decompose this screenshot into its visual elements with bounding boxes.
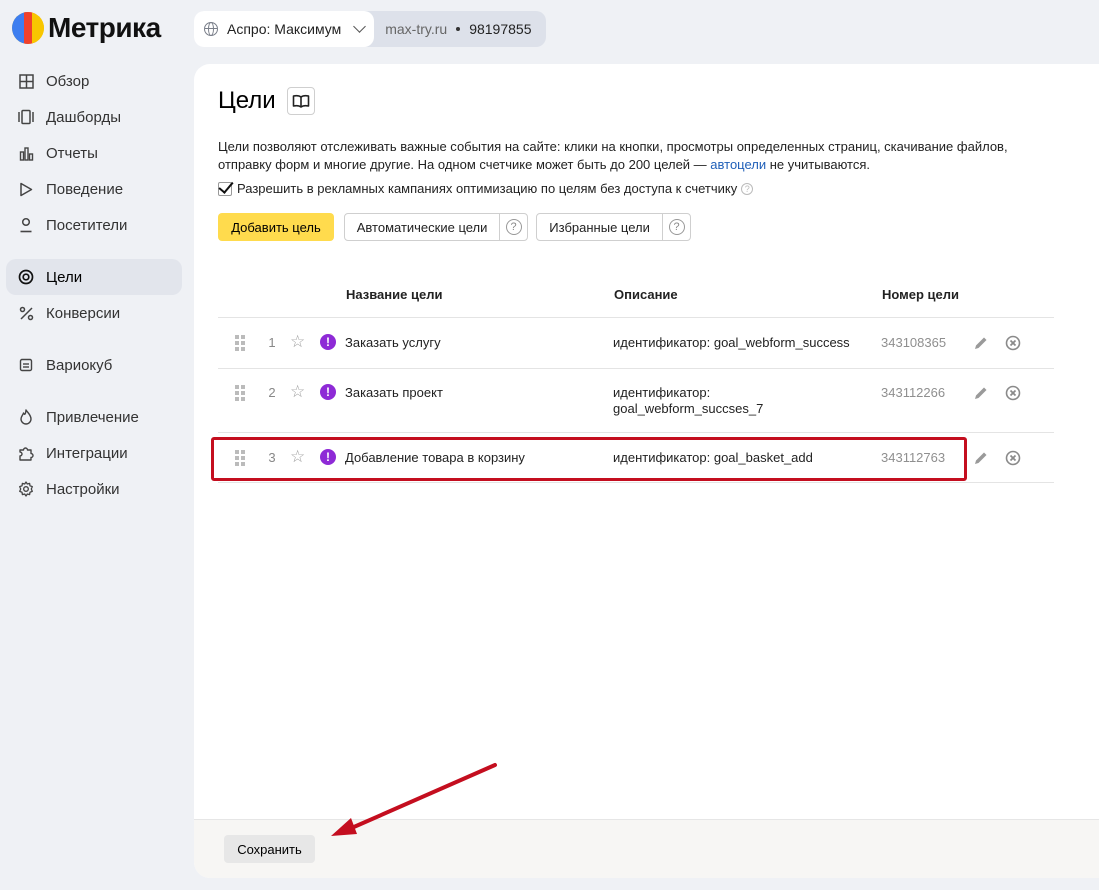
- sidebar-item-behavior[interactable]: Поведение: [6, 171, 182, 207]
- user-icon: [18, 217, 34, 233]
- sidebar-item-integrations[interactable]: Интеграции: [6, 435, 182, 471]
- sidebar-item-reports[interactable]: Отчеты: [6, 135, 182, 171]
- goal-description: идентификатор: goal_webform_success: [613, 335, 850, 350]
- goal-description: идентификатор:: [613, 385, 711, 400]
- column-header-name: Название цели: [346, 287, 443, 302]
- chevron-down-icon: [353, 20, 367, 33]
- sidebar-item-dashboards[interactable]: Дашборды: [6, 99, 182, 135]
- goal-name: Заказать услугу: [345, 335, 441, 350]
- delete-icon[interactable]: [1005, 450, 1021, 466]
- highlight-box: [211, 437, 967, 481]
- description-text-end: не учитываются.: [766, 157, 871, 172]
- column-header-number: Номер цели: [882, 287, 960, 302]
- counter-id: 98197855: [469, 21, 532, 37]
- sidebar-item-settings[interactable]: Настройки: [6, 471, 182, 507]
- grid-icon: [18, 73, 34, 89]
- description-text: Цели позволяют отслеживать важные событи…: [218, 139, 1008, 172]
- sidebar-item-label: Интеграции: [46, 444, 128, 462]
- star-icon[interactable]: ☆: [290, 333, 305, 350]
- goal-description-line2: goal_webform_succses_7: [613, 401, 764, 416]
- autogoals-link[interactable]: автоцели: [710, 157, 766, 172]
- pencil-icon[interactable]: [973, 385, 989, 401]
- ad-optimization-checkbox[interactable]: [218, 181, 232, 196]
- sidebar-item-visitors[interactable]: Посетители: [6, 207, 182, 243]
- drag-handle-icon[interactable]: [235, 335, 245, 351]
- column-header-description: Описание: [614, 287, 678, 302]
- variocube-icon: [18, 357, 34, 373]
- favorite-goals-button-group: Избранные цели ?: [536, 213, 691, 241]
- metrika-logo-icon: [12, 12, 44, 44]
- page-title: Цели: [218, 87, 276, 114]
- warning-icon: !: [320, 334, 336, 350]
- sidebar-item-label: Настройки: [46, 480, 120, 498]
- star-icon[interactable]: ☆: [290, 383, 305, 400]
- sidebar-item-variocube[interactable]: Вариокуб: [6, 347, 182, 383]
- sidebar-item-overview[interactable]: Обзор: [6, 63, 182, 99]
- sidebar-item-label: Поведение: [46, 180, 124, 198]
- gear-icon: [18, 481, 34, 497]
- play-icon: [18, 181, 34, 197]
- delete-icon[interactable]: [1005, 385, 1021, 401]
- drag-handle-icon[interactable]: [235, 385, 245, 401]
- pencil-icon[interactable]: [973, 335, 989, 351]
- app-title: Метрика: [48, 12, 161, 43]
- sidebar-item-label: Обзор: [46, 72, 90, 90]
- save-button[interactable]: Сохранить: [224, 835, 315, 863]
- goal-name: Заказать проект: [345, 385, 443, 400]
- counter-switcher[interactable]: Аспро: Максимум max-try.ru 98197855: [194, 11, 546, 47]
- globe-icon: [204, 22, 218, 36]
- dashboards-icon: [18, 109, 34, 125]
- percent-icon: [18, 305, 34, 321]
- separator-dot: [456, 27, 461, 31]
- sidebar-item-acquisition[interactable]: Привлечение: [6, 399, 182, 435]
- auto-goals-help-button[interactable]: ?: [500, 214, 527, 240]
- target-icon: [18, 269, 34, 285]
- counter-name: Аспро: Максимум: [227, 21, 342, 37]
- sidebar-item-label: Дашборды: [46, 108, 121, 126]
- puzzle-icon: [18, 445, 34, 461]
- row-index: 1: [268, 335, 276, 350]
- counter-site: max-try.ru: [385, 21, 448, 37]
- question-icon: ?: [668, 219, 685, 235]
- delete-icon[interactable]: [1005, 335, 1021, 351]
- add-goal-button[interactable]: Добавить цель: [218, 213, 334, 241]
- table-divider: [218, 317, 1054, 318]
- ad-optimization-label: Разрешить в рекламных кампаниях оптимиза…: [237, 181, 738, 196]
- table-divider: [218, 432, 1054, 433]
- counter-select[interactable]: Аспро: Максимум: [194, 11, 375, 47]
- question-icon[interactable]: ?: [741, 182, 754, 195]
- ad-optimization-checkbox-row[interactable]: Разрешить в рекламных кампаниях оптимиза…: [218, 181, 754, 196]
- table-divider: [218, 482, 1054, 483]
- question-icon: ?: [505, 219, 522, 235]
- bar-chart-icon: [18, 145, 34, 161]
- help-book-button[interactable]: [287, 87, 315, 115]
- row-index: 2: [268, 385, 276, 400]
- sidebar-item-label: Привлечение: [46, 408, 139, 426]
- sidebar-item-label: Конверсии: [46, 304, 121, 322]
- goal-number: 343108365: [881, 335, 947, 350]
- sidebar-item-label: Цели: [46, 268, 83, 286]
- sidebar-item-label: Вариокуб: [46, 356, 113, 374]
- page-description: Цели позволяют отслеживать важные событи…: [218, 138, 1048, 174]
- auto-goals-button[interactable]: Автоматические цели: [345, 214, 501, 240]
- sidebar-item-conversions[interactable]: Конверсии: [6, 295, 182, 331]
- metrika-logo[interactable]: Метрика: [12, 12, 161, 44]
- fire-icon: [18, 409, 34, 425]
- favorite-goals-help-button[interactable]: ?: [663, 214, 690, 240]
- goal-number: 343112266: [881, 385, 946, 400]
- annotation-arrow: [331, 763, 497, 836]
- table-divider: [218, 368, 1054, 369]
- warning-icon: !: [320, 384, 336, 400]
- sidebar-item-label: Посетители: [46, 216, 128, 234]
- sidebar-item-goals[interactable]: Цели: [6, 259, 182, 295]
- book-icon: [292, 94, 310, 108]
- pencil-icon[interactable]: [973, 450, 989, 466]
- auto-goals-button-group: Автоматические цели ?: [344, 213, 528, 241]
- sidebar-item-label: Отчеты: [46, 144, 98, 162]
- favorite-goals-button[interactable]: Избранные цели: [537, 214, 664, 240]
